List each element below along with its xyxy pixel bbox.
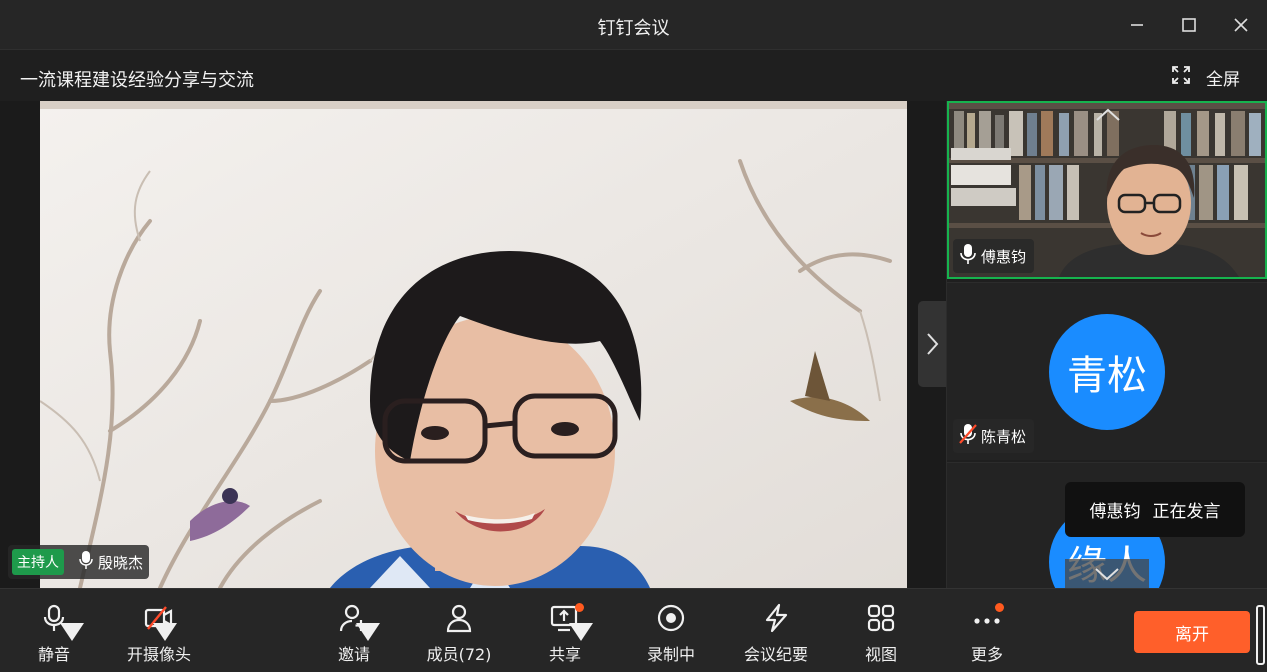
chevron-down-icon[interactable]: [353, 617, 383, 647]
microphone-icon: [959, 243, 981, 269]
chevron-down-icon: [1095, 568, 1119, 581]
meeting-subject-bar: 一流课程建设经验分享与交流 全屏: [0, 51, 1267, 101]
minimize-icon: [1131, 24, 1143, 26]
minutes-button[interactable]: 会议纪要: [743, 589, 809, 672]
fullscreen-icon: [1170, 64, 1192, 90]
maximize-icon: [1182, 18, 1196, 32]
avatar: 青松: [1049, 314, 1165, 430]
minutes-label: 会议纪要: [743, 645, 808, 664]
minutes-icon: [765, 603, 788, 633]
fullscreen-label: 全屏: [1206, 69, 1240, 90]
more-label: 更多: [970, 645, 1003, 664]
mic-muted-icon: [959, 423, 981, 449]
record-label: 录制中: [646, 645, 695, 664]
speaking-toast: 傅惠钧 正在发言: [1065, 482, 1245, 537]
main-video-stage: 主持人 殷晓杰: [0, 101, 946, 588]
share-button[interactable]: 共享: [548, 589, 593, 672]
microphone-icon: [64, 550, 96, 574]
host-name-tag: 主持人 殷晓杰: [8, 545, 150, 579]
maximize-button[interactable]: [1176, 12, 1202, 38]
record-button[interactable]: 录制中: [645, 589, 697, 672]
meeting-subject: 一流课程建设经验分享与交流: [20, 70, 254, 91]
expand-panel-button[interactable]: [918, 301, 946, 387]
chevron-down-icon[interactable]: [150, 617, 180, 647]
close-button[interactable]: [1228, 12, 1254, 38]
chevron-down-icon[interactable]: [57, 617, 87, 647]
members-button[interactable]: 成员(72): [427, 589, 491, 672]
meeting-window: 钉钉会议 一流课程建设经验分享与交流 全屏 主持人 殷晓杰 傅惠钧 青松 陈青松…: [0, 0, 1267, 672]
minimize-button[interactable]: [1124, 12, 1150, 38]
title-bar: 钉钉会议: [0, 0, 1267, 50]
scrollbar[interactable]: [1256, 605, 1265, 665]
chevron-right-icon: [927, 333, 939, 355]
camera-button[interactable]: 开摄像头: [125, 589, 193, 672]
participant-name: 傅惠钧: [981, 247, 1027, 266]
participant-name-tag: 傅惠钧: [953, 239, 1035, 273]
members-label: 成员(72): [426, 645, 492, 664]
scroll-down-button[interactable]: [1065, 559, 1149, 588]
window-title: 钉钉会议: [597, 18, 670, 39]
main-video-feed[interactable]: [40, 101, 907, 588]
participant-name-tag: 陈青松: [953, 419, 1035, 453]
grid-view-icon: [867, 604, 895, 632]
participant-tile-active[interactable]: 傅惠钧: [947, 101, 1267, 279]
chevron-down-icon[interactable]: [566, 617, 596, 647]
fullscreen-button[interactable]: 全屏: [1170, 64, 1240, 90]
record-icon: [657, 604, 685, 632]
meeting-toolbar: 静音 开摄像头 邀请 成员(72) 共享 录制中 会议纪要 视图 更多 离开: [0, 588, 1267, 672]
speaker-video-image: [40, 101, 907, 588]
speaking-status: 正在发言: [1152, 502, 1221, 522]
host-badge: 主持人: [12, 549, 64, 575]
notification-dot: [575, 603, 584, 612]
speaker-name: 殷晓杰: [98, 553, 144, 572]
notification-dot: [995, 603, 1004, 612]
members-icon: [446, 604, 472, 633]
view-label: 视图: [864, 645, 897, 664]
speaking-name: 傅惠钧: [1089, 502, 1141, 522]
invite-button[interactable]: 邀请: [336, 589, 380, 672]
more-button[interactable]: 更多: [970, 589, 1004, 672]
participant-tile[interactable]: 青松 陈青松: [947, 282, 1267, 460]
leave-button[interactable]: 离开: [1134, 611, 1250, 653]
mute-button[interactable]: 静音: [34, 589, 84, 672]
view-button[interactable]: 视图: [864, 589, 898, 672]
close-icon: [1234, 18, 1248, 32]
chevron-up-icon[interactable]: [1094, 105, 1122, 125]
participant-name: 陈青松: [981, 427, 1027, 446]
